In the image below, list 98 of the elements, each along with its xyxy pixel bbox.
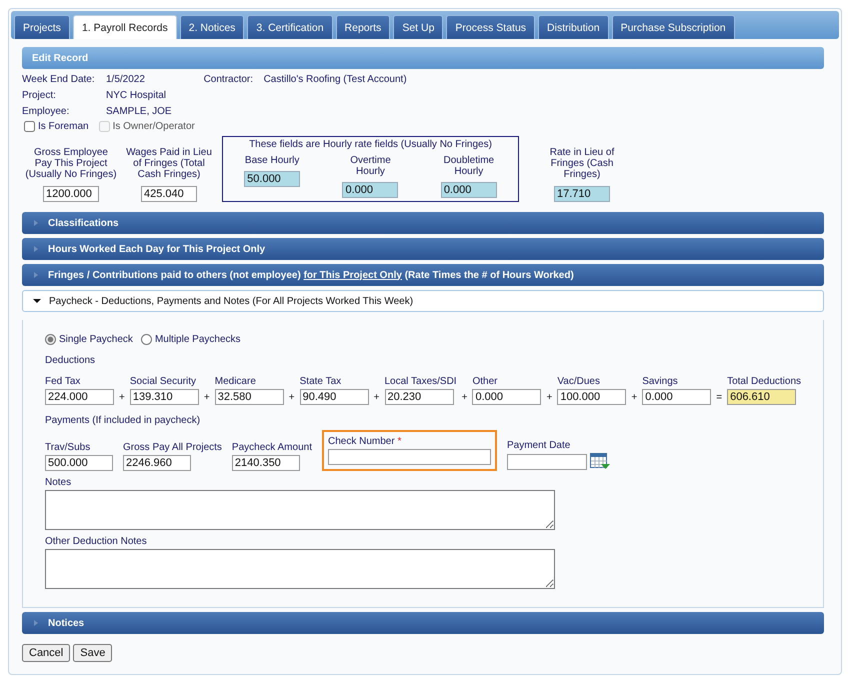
field-label: Wages Paid in Lieu of Fringes (Total Cash Fringes): [125, 147, 213, 180]
field-label: Employee:: [22, 106, 70, 116]
date-field[interactable]: [506, 454, 587, 470]
tab[interactable]: 3. Certification: [247, 15, 333, 39]
caret-icon: [32, 271, 40, 279]
group-caption: These fields are Hourly rate fields (Usually No Fringes): [249, 139, 492, 150]
tab[interactable]: Purchase Subscription: [612, 15, 735, 39]
caret-icon: [32, 245, 40, 253]
input-field[interactable]: 500.000: [45, 455, 113, 471]
tab[interactable]: 2. Notices: [180, 15, 244, 39]
field-label: Payment Date: [506, 440, 572, 451]
section-header: Edit Record: [22, 47, 824, 69]
section-title: Classifications: [48, 218, 119, 228]
input-field[interactable]: 1200.000: [43, 186, 99, 202]
accordion-header[interactable]: Fringes / Contributions paid to others (not employee) for This Project Only (Rate Times the # of Hours Worked): [22, 264, 824, 286]
input-field[interactable]: 0.000: [472, 389, 542, 405]
input-field[interactable]: [328, 449, 491, 465]
tab[interactable]: Set Up: [393, 15, 444, 39]
accordion-header[interactable]: Hours Worked Each Day for This Project Only: [22, 238, 824, 260]
tab[interactable]: Projects: [14, 15, 70, 39]
field-label: Other Deduction Notes: [45, 536, 148, 547]
input-field[interactable]: 100.000: [557, 389, 626, 405]
field-value: Castillo's Roofing (Test Account): [264, 74, 407, 84]
field-value: 1/5/2022: [106, 74, 145, 84]
checkbox[interactable]: [24, 121, 35, 132]
field-label: Base Hourly: [244, 155, 300, 166]
tab[interactable]: 1. Payroll Records: [72, 15, 177, 39]
operator-sign: =: [715, 392, 724, 405]
field-label: Week End Date:: [22, 74, 96, 84]
notes-textarea[interactable]: [45, 549, 555, 589]
checkbox-label: Is Owner/Operator: [112, 121, 195, 132]
operator-sign: +: [372, 392, 380, 405]
tab[interactable]: Process Status: [446, 15, 536, 39]
field-label: Doubletime Hourly: [442, 155, 496, 177]
operator-sign: +: [288, 392, 296, 405]
section-title: Notices: [48, 618, 84, 628]
field-value: NYC Hospital: [106, 90, 166, 100]
input-field[interactable]: 32.580: [214, 389, 284, 405]
field-label: Medicare: [214, 376, 257, 387]
radio-label: Single Paycheck: [59, 334, 133, 345]
field-label: Fed Tax: [45, 376, 82, 387]
tab[interactable]: Distribution: [538, 15, 609, 39]
radio-label: Multiple Paychecks: [154, 334, 241, 345]
field-label: Notes: [45, 477, 72, 488]
tab[interactable]: Reports: [336, 15, 390, 39]
total-field[interactable]: 606.610: [727, 389, 796, 405]
input-field[interactable]: 0.000: [440, 182, 497, 198]
accordion-header[interactable]: Notices: [22, 612, 824, 634]
field-label: Contractor:: [204, 74, 254, 84]
field-label: Local Taxes/SDI: [384, 376, 457, 387]
radio-button[interactable]: [140, 334, 152, 345]
operator-sign: +: [460, 392, 468, 405]
field-label: Vac/Dues: [557, 376, 601, 387]
input-field[interactable]: 20.230: [384, 389, 454, 405]
field-label: Total Deductions: [727, 376, 802, 387]
group-heading: Deductions: [45, 355, 96, 366]
field-label: Gross Pay All Projects: [123, 442, 222, 453]
field-label: Trav/Subs: [45, 442, 92, 453]
input-field[interactable]: 90.490: [300, 389, 369, 405]
field-label: Project:: [22, 90, 57, 100]
checkbox-label: Is Foreman: [38, 121, 89, 132]
group-heading: Payments (If included in paycheck): [45, 415, 202, 426]
accordion-header[interactable]: Paycheck - Deductions, Payments and Notes (For All Projects Worked This Week): [22, 290, 824, 312]
field-label: Rate in Lieu of Fringes (Cash Fringes): [548, 147, 616, 180]
caret-icon: [33, 297, 41, 305]
caret-icon: [32, 219, 40, 227]
input-field[interactable]: 139.310: [130, 389, 199, 405]
input-field[interactable]: 2246.960: [123, 455, 191, 471]
caret-icon: [32, 619, 40, 627]
input-field[interactable]: 224.000: [45, 389, 114, 405]
operator-sign: +: [545, 392, 554, 405]
form-button[interactable]: Save: [73, 644, 112, 662]
field-label: Check Number *: [328, 436, 402, 447]
operator-sign: +: [118, 392, 126, 405]
section-title: Paycheck - Deductions, Payments and Notes (For All Projects Worked This Week): [49, 296, 414, 306]
operator-sign: +: [630, 392, 638, 405]
input-field[interactable]: 0.000: [642, 389, 712, 405]
notes-textarea[interactable]: [45, 490, 555, 530]
field-label: Savings: [642, 376, 679, 387]
calendar-icon[interactable]: [590, 453, 610, 471]
input-field[interactable]: 425.040: [141, 186, 197, 202]
section-title: Hours Worked Each Day for This Project Only: [48, 244, 266, 254]
field-label: Paycheck Amount: [232, 442, 312, 453]
field-label: Overtime Hourly: [349, 155, 392, 177]
field-label: Social Security: [130, 376, 198, 387]
field-label: Gross Employee Pay This Project (Usually No Fringes): [25, 147, 117, 180]
field-label: State Tax: [300, 376, 342, 387]
form-button[interactable]: Cancel: [22, 644, 70, 662]
accordion-header[interactable]: Classifications: [22, 212, 824, 234]
section-title: Fringes / Contributions paid to others (not employee) for This Project Only (Rate Times the # of Hours Worked): [48, 270, 574, 280]
input-field[interactable]: 17.710: [554, 186, 610, 202]
field-value: SAMPLE, JOE: [106, 106, 172, 116]
radio-button[interactable]: [45, 334, 56, 345]
input-field[interactable]: 2140.350: [232, 455, 300, 471]
field-label: Other: [472, 376, 498, 387]
input-field[interactable]: 50.000: [244, 171, 300, 187]
operator-sign: +: [202, 392, 211, 405]
input-field[interactable]: 0.000: [342, 182, 398, 198]
